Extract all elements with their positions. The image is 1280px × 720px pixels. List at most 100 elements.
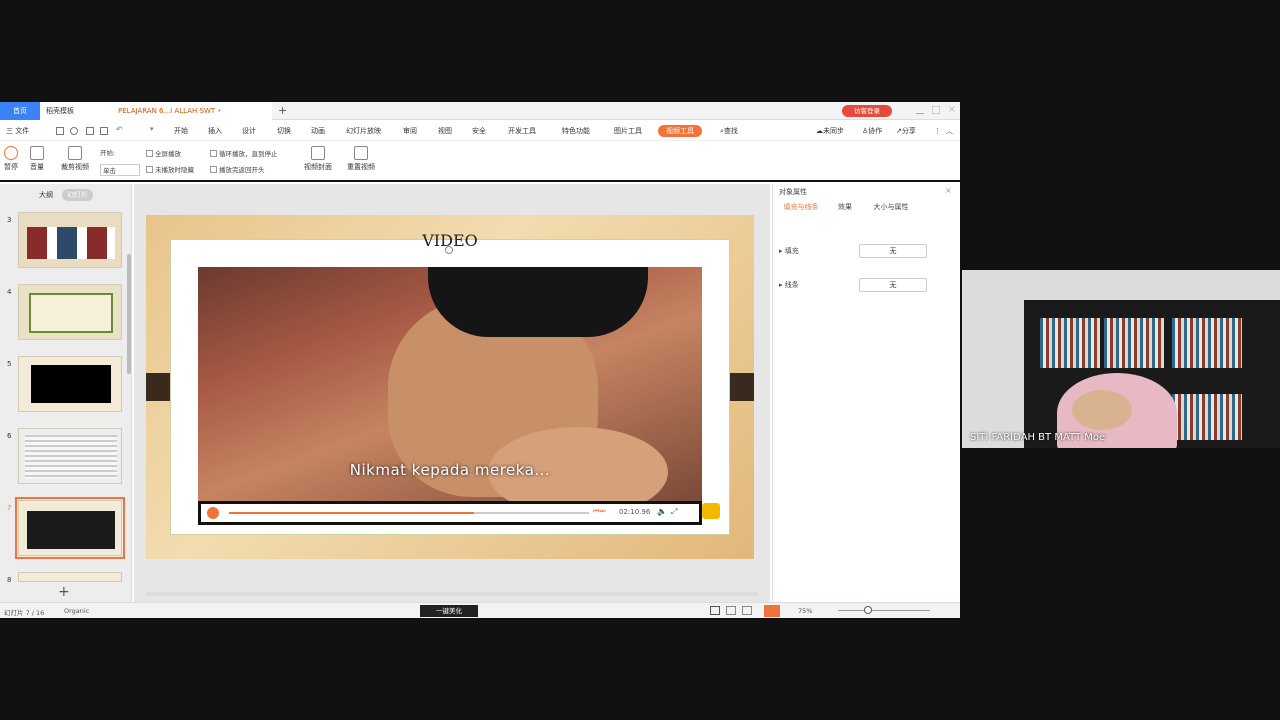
slide-thumbnail-panel: 大纲 幻灯片 3 4 5 6 7 8 + <box>0 184 132 602</box>
volume-icon[interactable]: 🔈 <box>657 507 667 516</box>
share-button[interactable]: ↗分享 <box>896 125 916 137</box>
tab-size-properties[interactable]: 大小与属性 <box>867 202 915 212</box>
panel-title: 对象属性 <box>779 188 807 196</box>
menu-item[interactable]: 特色功能 <box>562 125 590 137</box>
menu-item[interactable]: 图片工具 <box>614 125 642 137</box>
menu-item[interactable]: 审阅 <box>403 125 417 137</box>
video-frame[interactable]: Nikmat kepada mereka... <box>198 267 702 501</box>
loop-label: 循环播放，直到停止 <box>219 150 278 158</box>
fill-select[interactable]: 无 <box>859 244 927 258</box>
reading-view-icon[interactable] <box>742 606 752 615</box>
slide-thumbnail-6[interactable] <box>18 428 122 484</box>
current-slide: VIDEO Nikmat kepada mereka... ⏮⏭ 02:10.9… <box>146 215 754 559</box>
line-select[interactable]: 无 <box>859 278 927 292</box>
close-icon[interactable]: • <box>217 107 221 115</box>
skip-back-icon[interactable]: ⏮⏭ <box>593 507 606 516</box>
tab-slides[interactable]: 幻灯片 <box>62 189 93 201</box>
menu-item[interactable]: 安全 <box>472 125 486 137</box>
video-player-bar: ⏮⏭ 02:10.96 🔈 ⤢ <box>198 501 702 525</box>
fill-row[interactable]: ▸ 填充 <box>779 246 799 256</box>
menu-item[interactable]: 幻灯片放映 <box>346 125 381 137</box>
redo-icon[interactable]: ↶ <box>116 125 123 134</box>
fullscreen-checkbox[interactable]: 全屏播放 <box>146 148 181 158</box>
menu-file[interactable]: 三 文件 <box>6 125 29 137</box>
reset-label: 重置视频 <box>347 163 375 171</box>
video-cover-button[interactable]: 视频封面 <box>298 146 338 172</box>
save-icon[interactable] <box>56 127 64 135</box>
tab-outline[interactable]: 大纲 <box>34 189 58 201</box>
progress-track[interactable] <box>229 512 589 514</box>
rotate-handle-icon[interactable] <box>445 246 453 254</box>
slide-thumbnail-7[interactable] <box>15 497 125 559</box>
close-icon[interactable]: × <box>945 186 952 195</box>
video-content <box>428 267 648 337</box>
print-icon[interactable] <box>86 127 94 135</box>
time-display: 02:10.96 <box>619 508 651 516</box>
canvas-scrollbar[interactable] <box>146 592 758 596</box>
slide-number: 8 <box>7 576 12 584</box>
beautify-button[interactable]: 一键美化 <box>420 605 478 617</box>
menu-item[interactable]: 开始 <box>174 125 188 137</box>
menu-item[interactable]: 开发工具 <box>508 125 536 137</box>
play-pause-icon[interactable] <box>207 507 219 519</box>
start-select[interactable]: 单击 <box>100 164 140 176</box>
slide-info: 幻灯片 7 / 16 <box>4 609 45 617</box>
search-button[interactable]: ⌕查找 <box>720 125 738 137</box>
menu-item[interactable]: 切换 <box>277 125 291 137</box>
hide-not-playing-label: 未播放时隐藏 <box>155 166 194 174</box>
reset-icon <box>354 146 368 160</box>
new-tab-button[interactable]: + <box>278 102 294 120</box>
undo-icon[interactable] <box>70 127 78 135</box>
slide-thumbnail-8[interactable] <box>18 572 122 582</box>
books <box>1040 318 1100 368</box>
reset-video-button[interactable]: 重置视频 <box>344 146 378 172</box>
trim-icon <box>68 146 82 160</box>
collab-button[interactable]: ♙协作 <box>862 125 882 137</box>
login-button[interactable]: 访客登录 <box>842 105 892 117</box>
fullscreen-icon[interactable]: ⤢ <box>671 507 677 517</box>
tab-effects[interactable]: 效果 <box>823 202 867 212</box>
minimize-icon[interactable] <box>916 106 924 114</box>
thumbnail-scrollbar[interactable] <box>127 254 131 374</box>
add-slide-button[interactable]: + <box>58 584 70 600</box>
tab-template[interactable]: 稻壳模板 <box>40 102 112 120</box>
slide-thumbnail-4[interactable] <box>18 284 122 340</box>
play-slideshow-icon[interactable] <box>764 605 780 617</box>
loop-checkbox[interactable]: 循环播放，直到停止 <box>210 148 278 158</box>
zoom-handle[interactable] <box>864 606 872 614</box>
zoom-slider[interactable] <box>838 610 930 611</box>
normal-view-icon[interactable] <box>710 606 720 615</box>
menu-item[interactable]: 视图 <box>438 125 452 137</box>
maximize-icon[interactable] <box>932 106 940 114</box>
slide-thumbnail-5[interactable] <box>18 356 122 412</box>
search-label: 查找 <box>723 127 738 135</box>
fullscreen-label: 全屏播放 <box>155 150 181 158</box>
sync-button[interactable]: ☁未同步 <box>816 125 844 137</box>
grid-view-icon[interactable] <box>726 606 736 615</box>
window-close-icon[interactable]: × <box>948 104 956 115</box>
participant-face <box>1072 390 1132 430</box>
rewind-checkbox[interactable]: 播放完返回开头 <box>210 164 265 174</box>
tab-home[interactable]: 首页 <box>0 102 40 120</box>
diagram-preview <box>27 227 115 259</box>
more-icon[interactable]: ⋮ <box>934 125 941 137</box>
chevron-down-icon[interactable]: ▾ <box>150 125 154 133</box>
tab-video-tools[interactable]: 视频工具 <box>658 125 702 137</box>
line-row[interactable]: ▸ 线条 <box>779 280 799 290</box>
menu-item[interactable]: 插入 <box>208 125 222 137</box>
slide-thumbnail-3[interactable] <box>18 212 122 268</box>
tab-document[interactable]: PELAJARAN 6...I ALLAH SWT • <box>112 102 272 120</box>
theme-name: Organic <box>64 607 90 615</box>
trim-video-button[interactable]: 裁剪视频 <box>58 146 92 172</box>
slide-canvas: VIDEO Nikmat kepada mereka... ⏮⏭ 02:10.9… <box>134 184 770 602</box>
preview-icon[interactable] <box>100 127 108 135</box>
progress-fill <box>229 512 474 514</box>
pause-button[interactable]: 暂停 <box>2 146 20 172</box>
tab-fill-line[interactable]: 填充与线条 <box>779 202 823 212</box>
pause-label: 暂停 <box>4 163 18 171</box>
collapse-ribbon-icon[interactable]: ︿ <box>946 125 953 137</box>
menu-item[interactable]: 设计 <box>242 125 256 137</box>
volume-button[interactable]: 音量 <box>26 146 48 172</box>
hide-not-playing-checkbox[interactable]: 未播放时隐藏 <box>146 164 194 174</box>
menu-item[interactable]: 动画 <box>311 125 325 137</box>
